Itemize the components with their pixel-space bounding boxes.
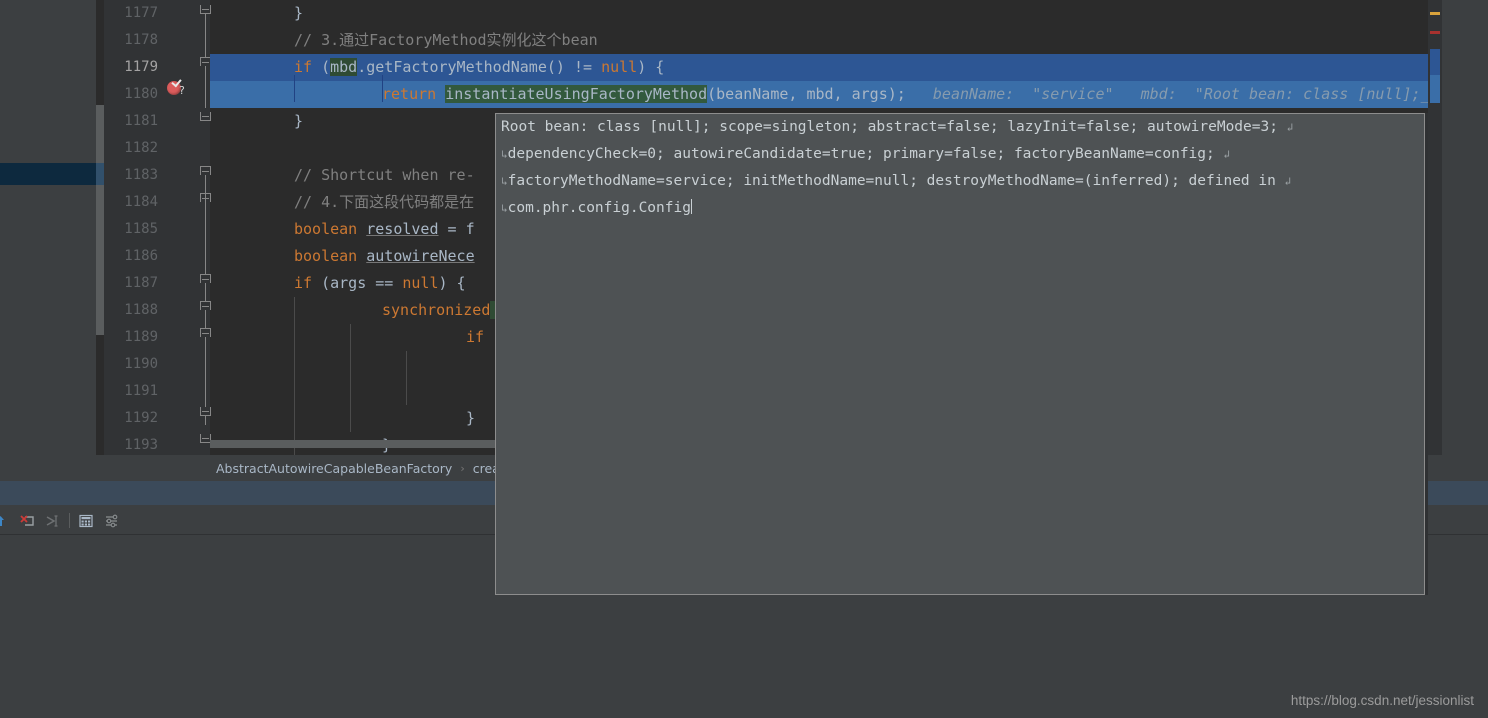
- line-number: 1189: [124, 329, 158, 345]
- keyword-null: null: [402, 274, 439, 292]
- code-token: }: [294, 4, 304, 22]
- line-number: 1186: [124, 248, 158, 264]
- popup-line: ↳factoryMethodName=service; initMethodNa…: [496, 168, 1424, 195]
- editor-exec-split-2: [382, 75, 383, 102]
- left-strip-scrollbar-thumb[interactable]: [96, 163, 104, 185]
- wrap-arrow-icon: ↳: [501, 175, 508, 188]
- code-token: .getFactoryMethodName() !=: [357, 58, 602, 76]
- line-number: 1182: [124, 140, 158, 156]
- line-number: 1192: [124, 410, 158, 426]
- variable-mbd: mbd: [330, 58, 358, 76]
- popup-line: ↳dependencyCheck=0; autowireCandidate=tr…: [496, 141, 1424, 168]
- code-line-1177[interactable]: }: [210, 0, 1428, 27]
- method-call-name: instantiateUsingFactoryMethod: [445, 85, 708, 103]
- code-token: ) {: [637, 58, 665, 76]
- code-comment: // 3.通过FactoryMethod实例化这个bean: [294, 31, 598, 49]
- error-marker[interactable]: [1430, 31, 1440, 34]
- editor-right-gutter: [1442, 0, 1488, 455]
- popup-text: dependencyCheck=0; autowireCandidate=tru…: [507, 146, 1224, 162]
- code-token: (: [312, 58, 331, 76]
- toolbar-divider: [69, 513, 70, 528]
- run-to-cursor-icon[interactable]: [45, 513, 61, 529]
- left-tool-strip: [0, 0, 96, 455]
- line-number: 1181: [124, 113, 158, 129]
- value-tooltip-popup[interactable]: Root bean: class [null]; scope=singleton…: [495, 113, 1425, 595]
- editor-exec-split-1: [294, 75, 295, 102]
- code-token: }: [466, 409, 476, 427]
- inline-parameter-hint-text: beanName: "service" mbd: "Root bean: cla…: [932, 85, 1428, 103]
- wrap-arrow-icon: ↲: [1284, 175, 1292, 188]
- line-number: 1187: [124, 275, 158, 291]
- code-token: }: [294, 112, 304, 130]
- drop-frame-icon[interactable]: [20, 513, 36, 529]
- line-number: 1185: [124, 221, 158, 237]
- ide-window: 1177 1178 1179 1180 1181 1182 1183 1184 …: [0, 0, 1488, 718]
- evaluate-expression-icon[interactable]: [78, 513, 94, 529]
- chevron-right-icon: ›: [460, 461, 465, 475]
- left-strip-selected-row: [0, 163, 96, 185]
- code-token: = f: [438, 220, 475, 238]
- keyword-if: if: [294, 274, 313, 292]
- popup-edge-shadow: [1425, 113, 1428, 595]
- keyword-synchronized: synchronized: [382, 301, 491, 319]
- code-comment: // Shortcut when re-: [294, 166, 475, 184]
- line-number: 1188: [124, 302, 158, 318]
- wrap-arrow-icon: ↳: [501, 148, 508, 161]
- code-line-1178[interactable]: // 3.通过FactoryMethod实例化这个bean: [210, 27, 1428, 54]
- code-line-1180[interactable]: return instantiateUsingFactoryMethod(bea…: [210, 81, 1428, 108]
- popup-line: Root bean: class [null]; scope=singleton…: [496, 114, 1424, 141]
- keyword-boolean: boolean: [294, 220, 358, 238]
- line-number-column: 1177 1178 1179 1180 1181 1182 1183 1184 …: [104, 0, 164, 459]
- line-number: 1183: [124, 167, 158, 183]
- wrap-arrow-icon: ↲: [1286, 121, 1294, 134]
- wrap-arrow-icon: ↲: [1223, 148, 1231, 161]
- watermark-url: https://blog.csdn.net/jessionlist: [1290, 693, 1474, 708]
- editor-marker-bar[interactable]: [1428, 0, 1442, 455]
- variable-autowire-necessary: autowireNece: [366, 247, 475, 265]
- breadcrumb-class[interactable]: AbstractAutowireCapableBeanFactory: [216, 461, 452, 476]
- line-number: 1177: [124, 5, 158, 21]
- popup-text: Root bean: class [null]; scope=singleton…: [501, 119, 1287, 135]
- line-number: 1178: [124, 32, 158, 48]
- code-token: (args ==: [312, 274, 403, 292]
- line-number: 1179: [124, 59, 158, 75]
- line-number: 1180: [124, 86, 158, 102]
- left-strip-scrollbar[interactable]: [96, 105, 104, 335]
- warning-marker[interactable]: [1430, 12, 1440, 15]
- exec-line-marker: [1430, 75, 1440, 103]
- exec-line-marker: [1430, 49, 1440, 75]
- keyword-null: null: [601, 58, 638, 76]
- inline-parameter-hint: [906, 85, 933, 103]
- keyword-return: return: [382, 85, 437, 103]
- line-number: 1191: [124, 383, 158, 399]
- code-comment: // 4.下面这段代码都是在: [294, 193, 475, 211]
- code-line-1179[interactable]: if (mbd.getFactoryMethodName() != null) …: [210, 54, 1428, 81]
- popup-line: ↳com.phr.config.Config: [496, 195, 1424, 222]
- line-number: 1184: [124, 194, 158, 210]
- keyword-if: if: [294, 58, 313, 76]
- layout-settings-icon[interactable]: [104, 513, 120, 529]
- keyword-boolean: boolean: [294, 247, 358, 265]
- wrap-arrow-icon: ↳: [501, 202, 508, 215]
- step-out-icon[interactable]: [0, 513, 12, 529]
- text-caret: [690, 199, 692, 214]
- code-token: (beanName, mbd, args);: [707, 85, 906, 103]
- keyword-if: if: [466, 328, 485, 346]
- variable-resolved: resolved: [366, 220, 439, 238]
- breakpoint-icon[interactable]: ?: [167, 76, 185, 97]
- line-number: 1190: [124, 356, 158, 372]
- popup-text: com.phr.config.Config: [507, 200, 691, 216]
- popup-text: factoryMethodName=service; initMethodNam…: [507, 173, 1285, 189]
- code-token: ) {: [438, 274, 466, 292]
